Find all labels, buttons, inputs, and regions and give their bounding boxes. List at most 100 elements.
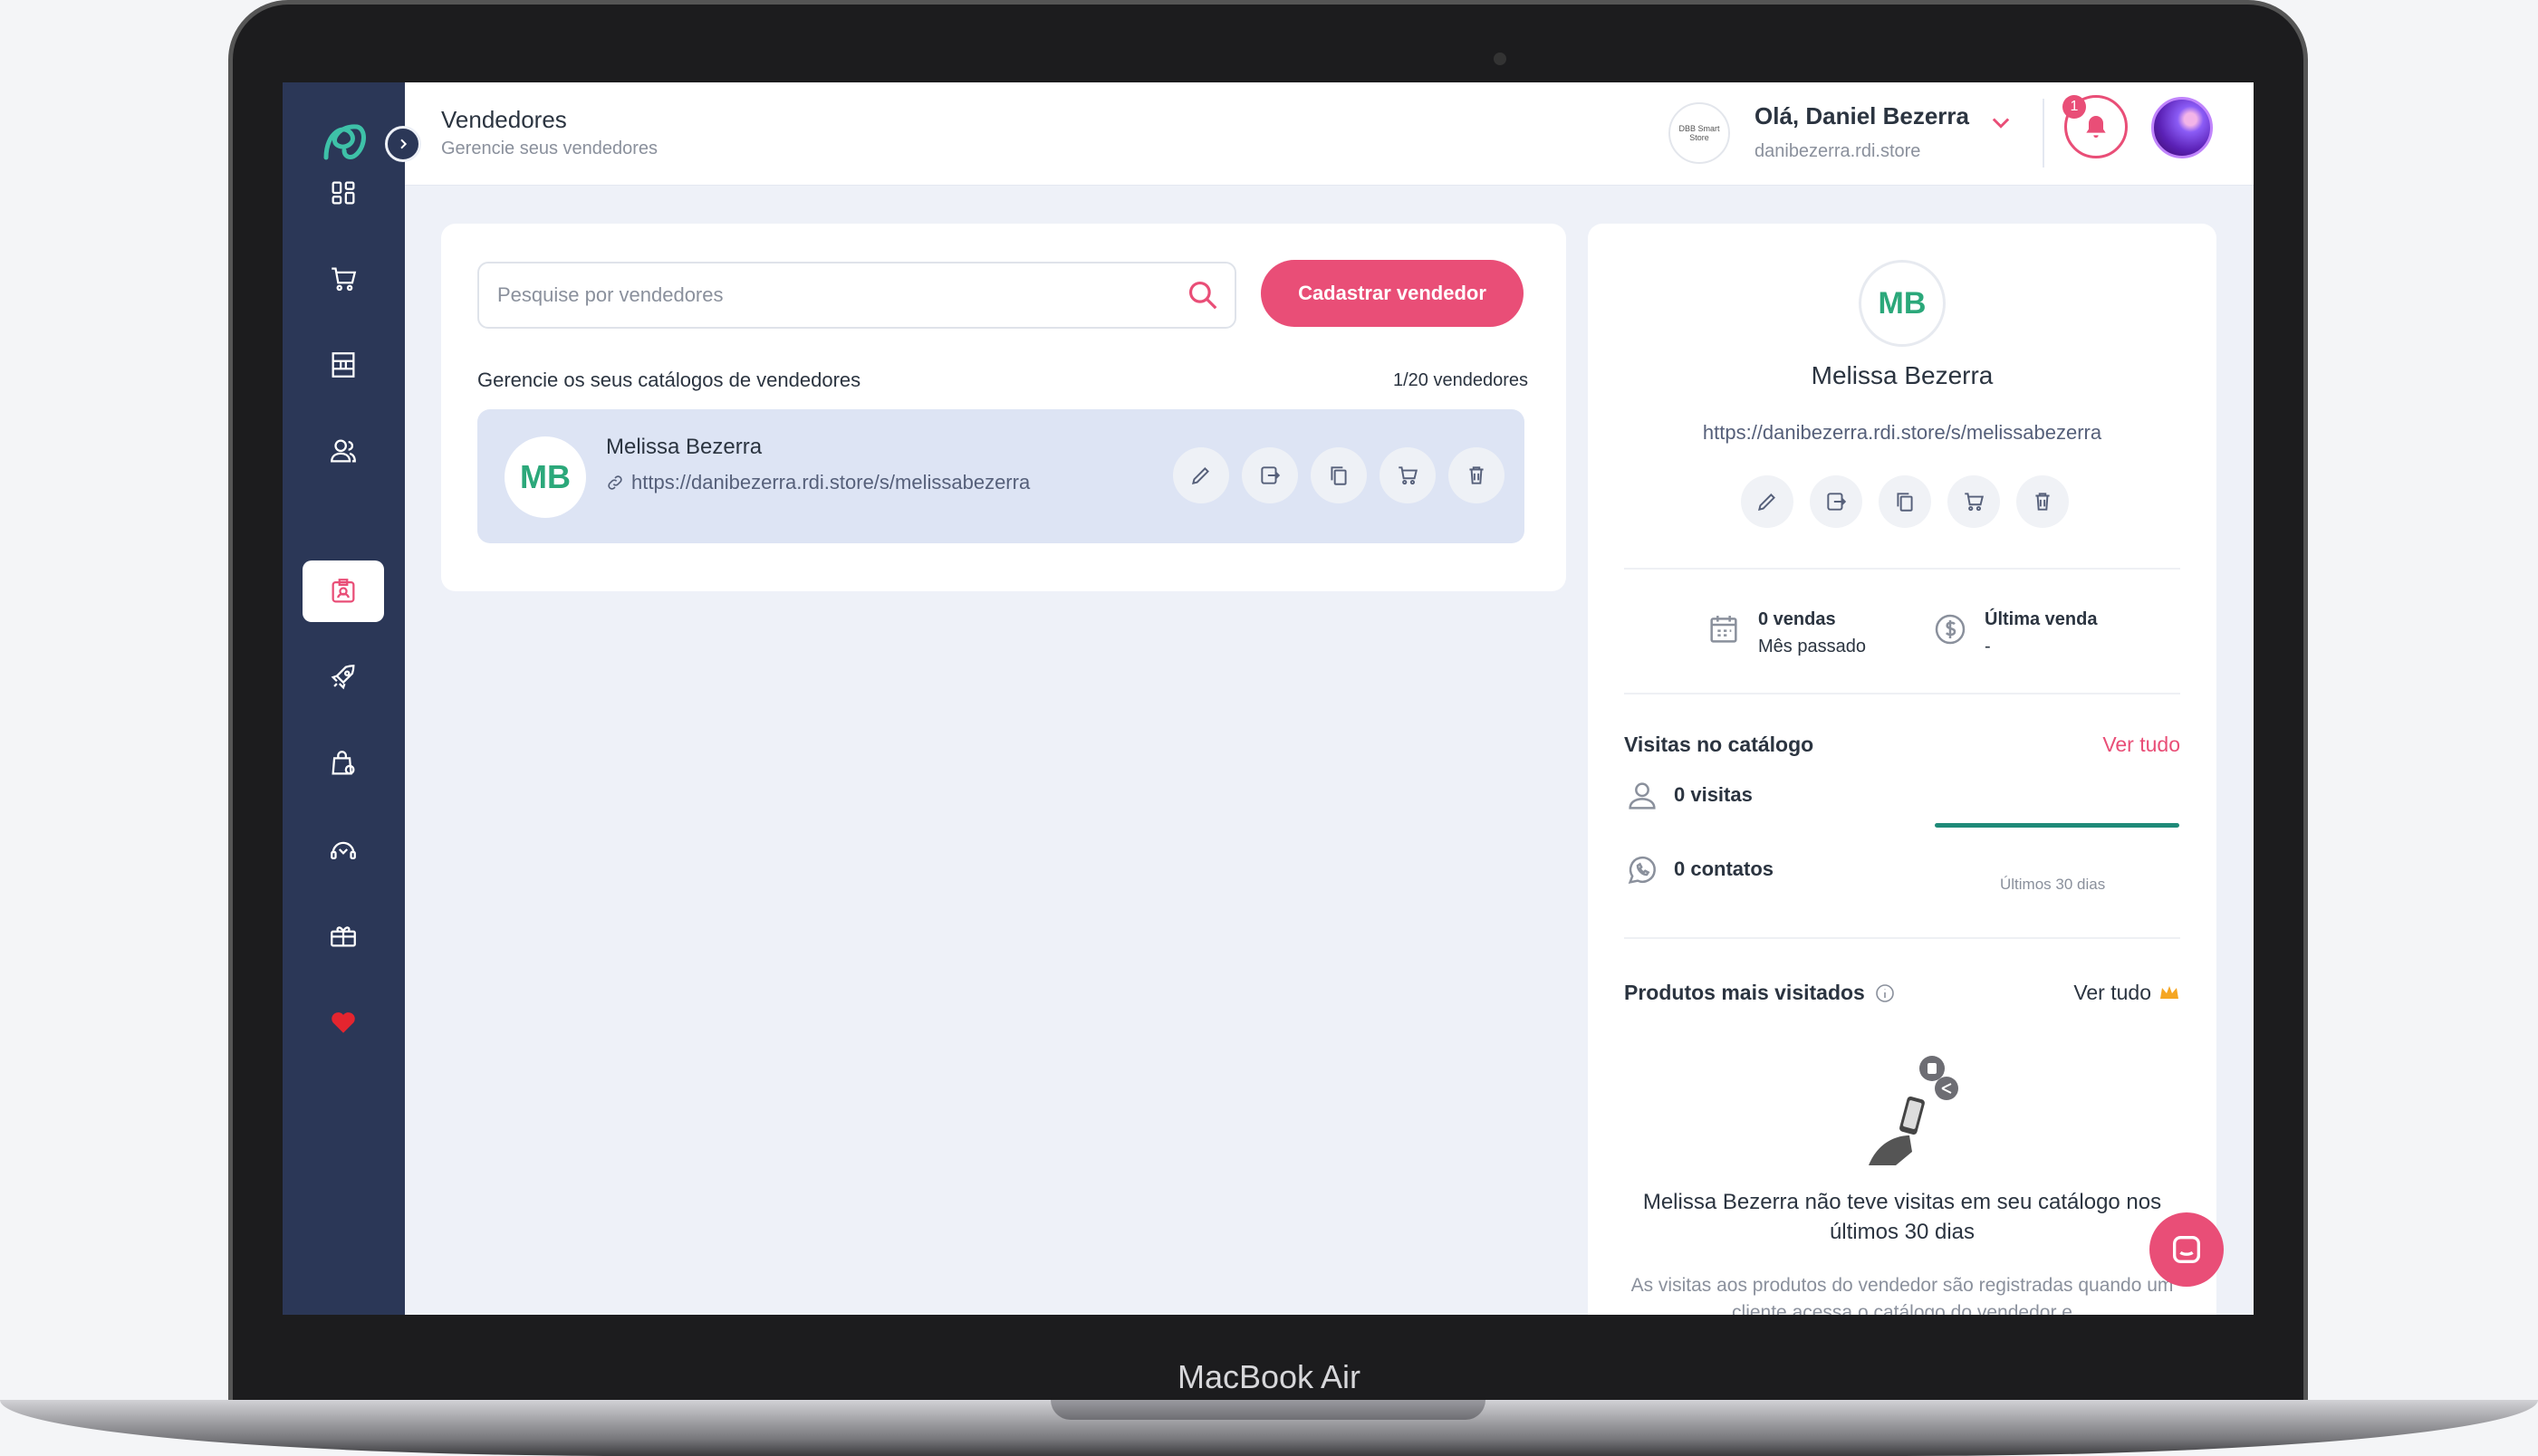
products-see-all-label: Ver tudo [2073,981,2151,1004]
sidebar-item-sellers[interactable] [303,560,384,622]
divider [1624,693,2180,694]
catalog-icon [332,352,355,378]
contacts-count: 0 contatos [1674,857,1774,880]
chat-icon [2173,1236,2200,1263]
share-icon [1827,493,1847,511]
sidebar-item-support[interactable] [303,819,384,880]
detail-actions [1741,475,2069,528]
dollar-icon [1935,614,1966,645]
sidebar-item-products[interactable] [303,733,384,794]
detail-orders-button[interactable] [1947,475,2000,528]
chevron-down-icon[interactable] [1988,110,2014,135]
sidebar-item-catalog[interactable] [303,334,384,396]
bell-icon [2086,116,2106,138]
seller-url-text: https://danibezerra.rdi.store/s/melissab… [631,471,1031,493]
trash-icon [2035,493,2050,511]
app-screen: Vendedores Gerencie seus vendedores DBB … [283,82,2254,1315]
user-icon [1629,782,1656,809]
last-sale-label: Última venda [1985,609,2098,629]
last-sale-value: - [1985,637,1991,656]
sidebar [283,82,405,1315]
sales-count: 0 vendas [1758,609,1836,629]
products-title: Produtos mais visitados [1624,981,1865,1004]
detail-url[interactable]: https://danibezerra.rdi.store/s/melissab… [1588,421,2216,445]
seller-count: 1/20 vendedores [1392,370,1528,390]
page-subtitle: Gerencie seus vendedores [441,139,659,158]
laptop-notch [1051,1400,1485,1420]
seller-actions [1173,447,1505,503]
sidebar-item-gifts[interactable] [303,905,384,966]
visits-title: Visitas no catálogo [1624,733,1814,756]
seller-row[interactable]: MB Melissa Bezerra https://danibezerra.r… [477,409,1524,543]
search-icon[interactable] [1186,278,1220,312]
cart-icon [1399,466,1418,485]
store-logo[interactable]: DBB Smart Store [1668,102,1730,164]
chat-button[interactable] [2149,1212,2224,1287]
sidebar-item-orders[interactable] [303,248,384,310]
sidebar-item-dashboard[interactable] [303,162,384,224]
trash-icon [1469,466,1484,484]
orders-button[interactable] [1380,447,1436,503]
sidebar-toggle-button[interactable] [385,126,421,162]
shopping-bag-settings-icon [332,751,355,775]
share-button[interactable] [1242,447,1298,503]
copy-icon [1897,493,1913,512]
pencil-icon [1191,467,1209,485]
manage-label: Gerencie os seus catálogos de vendedores [477,369,861,391]
sellers-card: Cadastrar vendedor Gerencie os seus catá… [441,224,1566,591]
page-title: Vendedores [441,106,567,133]
customers-icon [331,439,356,463]
edit-button[interactable] [1173,447,1229,503]
products-title-row: Produtos mais visitados [1624,981,1896,1005]
seller-initials: MB [505,436,586,518]
detail-initials: MB [1859,260,1946,347]
delete-button[interactable] [1448,447,1505,503]
user-avatar[interactable] [2151,97,2213,158]
link-icon [608,475,622,490]
sidebar-item-marketing[interactable] [303,647,384,708]
empty-state-illustration [1869,1056,1958,1165]
products-see-all-link[interactable]: Ver tudo [2073,981,2180,1005]
whatsapp-icon [1628,856,1656,885]
support-icon [331,841,356,860]
detail-name: Melissa Bezerra [1811,361,1994,389]
empty-state-subtitle: As visitas aos produtos do vendedor são … [1630,1275,2174,1315]
user-greeting[interactable]: Olá, Daniel Bezerra [1754,102,1969,130]
sidebar-item-favorites[interactable] [303,991,384,1052]
share-icon [1261,466,1281,484]
visits-see-all-link[interactable]: Ver tudo [2102,733,2180,757]
cart-icon [332,267,357,292]
camera [1494,53,1506,65]
detail-delete-button[interactable] [2016,475,2069,528]
detail-copy-button[interactable] [1879,475,1931,528]
pencil-icon [1757,493,1775,512]
sellers-icon [332,579,355,603]
visits-count: 0 visitas [1674,783,1753,806]
copy-button[interactable] [1311,447,1367,503]
gift-icon [331,926,356,947]
divider [1624,568,2180,570]
info-icon[interactable] [1874,982,1896,1004]
seller-url[interactable]: https://danibezerra.rdi.store/s/melissab… [606,471,1030,494]
crown-icon [2160,985,2178,999]
search-input[interactable] [477,262,1236,329]
rocket-icon [331,665,355,690]
divider [1624,937,2180,939]
seller-detail-card: MB Melissa Bezerra https://danibezerra.r… [1588,224,2216,1315]
copy-icon [1331,466,1347,485]
detail-edit-button[interactable] [1741,475,1793,528]
brand-logo-icon[interactable] [317,114,371,168]
cart-icon [1965,493,1984,512]
calendar-icon [1710,616,1737,643]
detail-share-button[interactable] [1810,475,1862,528]
top-bar: Vendedores Gerencie seus vendedores DBB … [405,82,2254,186]
dashboard-icon [332,181,355,205]
add-seller-button[interactable]: Cadastrar vendedor [1261,260,1524,327]
heart-icon [332,1012,355,1033]
device-label: MacBook Air [1177,1358,1361,1395]
visits-period: Últimos 30 dias [2000,876,2106,893]
sidebar-item-customers[interactable] [303,420,384,482]
notification-badge: 1 [2062,95,2086,119]
sales-period: Mês passado [1758,637,1866,656]
divider [2043,99,2044,168]
